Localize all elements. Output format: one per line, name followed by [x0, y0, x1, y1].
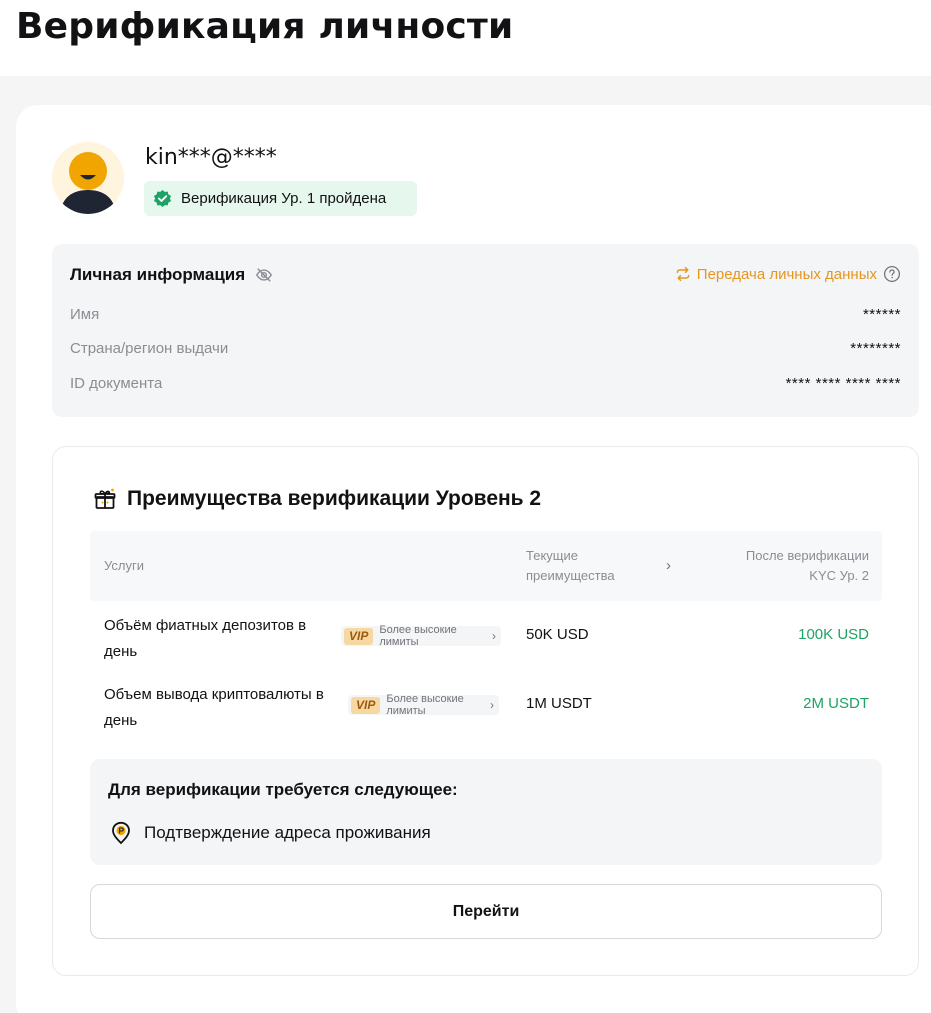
header-after-kyc2: После верификации KYC Ур. 2 — [745, 548, 869, 583]
verification-card: kin***@**** Верификация Ур. 1 пройдена Л… — [16, 105, 931, 1013]
info-row-name: Имя ****** — [70, 306, 901, 323]
avatar — [52, 142, 124, 214]
transfer-link-label: Передача личных данных — [696, 265, 877, 283]
vip-higher-limits-chip[interactable]: VIP Более высокие лимиты › — [348, 693, 499, 717]
personal-info-section: Личная информация Передача личных данных… — [52, 244, 919, 417]
avatar-icon — [52, 142, 124, 214]
table-row: Объём фиатных депозитов в день VIP Более… — [90, 605, 882, 673]
page-header: Верификация личности — [0, 0, 931, 76]
verified-check-icon — [153, 189, 172, 208]
chevron-right-icon: › — [490, 698, 494, 712]
location-pin-icon — [112, 821, 130, 845]
info-row-document-id: ID документа **** **** **** **** — [70, 375, 901, 392]
row-current-value: 1M USDT — [526, 695, 592, 712]
go-button[interactable]: Перейти — [90, 884, 882, 939]
requirements-box: Для верификации требуется следующее: Под… — [90, 759, 882, 865]
info-label: ID документа — [70, 375, 163, 392]
vip-text: Более высокие лимиты — [379, 624, 457, 648]
info-value: **** **** **** **** — [785, 375, 901, 392]
personal-info-heading: Личная информация — [70, 265, 246, 284]
page-title: Верификация личности — [16, 6, 514, 47]
requirements-title: Для верификации требуется следующее: — [108, 780, 458, 799]
level2-benefits-section: Преимущества верификации Уровень 2 Услуг… — [52, 446, 919, 976]
row-service-label: Объём фиатных депозитов в день — [104, 617, 307, 660]
info-value: ****** — [862, 306, 901, 323]
username: kin***@**** — [145, 145, 277, 170]
header-services: Услуги — [104, 558, 144, 573]
vip-text: Более высокие лимиты — [386, 693, 464, 717]
info-label: Страна/регион выдачи — [70, 340, 229, 357]
vip-tag: VIP — [344, 627, 374, 645]
requirement-item: Подтверждение адреса проживания — [110, 821, 431, 845]
eye-off-icon[interactable] — [255, 266, 273, 284]
requirement-label: Подтверждение адреса проживания — [144, 823, 431, 842]
vip-tag: VIP — [351, 696, 381, 714]
chevron-right-icon[interactable]: › — [666, 556, 671, 576]
transfer-personal-data-link[interactable]: Передача личных данных — [675, 265, 901, 283]
info-label: Имя — [70, 306, 100, 323]
row-after-value: 100K USD — [798, 626, 869, 643]
help-circle-icon[interactable] — [883, 265, 901, 283]
verification-status-badge: Верификация Ур. 1 пройдена — [144, 181, 417, 216]
transfer-arrows-icon — [676, 266, 690, 282]
gift-icon — [94, 488, 116, 509]
row-service-label: Объем вывода криптовалюты в день — [104, 686, 324, 729]
row-current-value: 50K USD — [526, 626, 589, 643]
vip-higher-limits-chip[interactable]: VIP Более высокие лимиты › — [341, 624, 501, 648]
personal-info-title: Личная информация — [70, 265, 273, 285]
benefits-heading: Преимущества верификации Уровень 2 — [127, 487, 542, 510]
info-row-country: Страна/регион выдачи ******** — [70, 340, 901, 357]
row-after-value: 2M USDT — [803, 695, 869, 712]
benefits-table-header: Услуги Текущие преимущества › После вери… — [90, 531, 882, 601]
badge-label: Верификация Ур. 1 пройдена — [181, 190, 387, 207]
header-current-benefits: Текущие преимущества — [526, 548, 615, 583]
chevron-right-icon: › — [492, 629, 496, 643]
info-value: ******** — [850, 340, 901, 357]
benefits-title: Преимущества верификации Уровень 2 — [93, 487, 541, 511]
table-row: Объем вывода криптовалюты в день VIP Бол… — [90, 675, 882, 743]
